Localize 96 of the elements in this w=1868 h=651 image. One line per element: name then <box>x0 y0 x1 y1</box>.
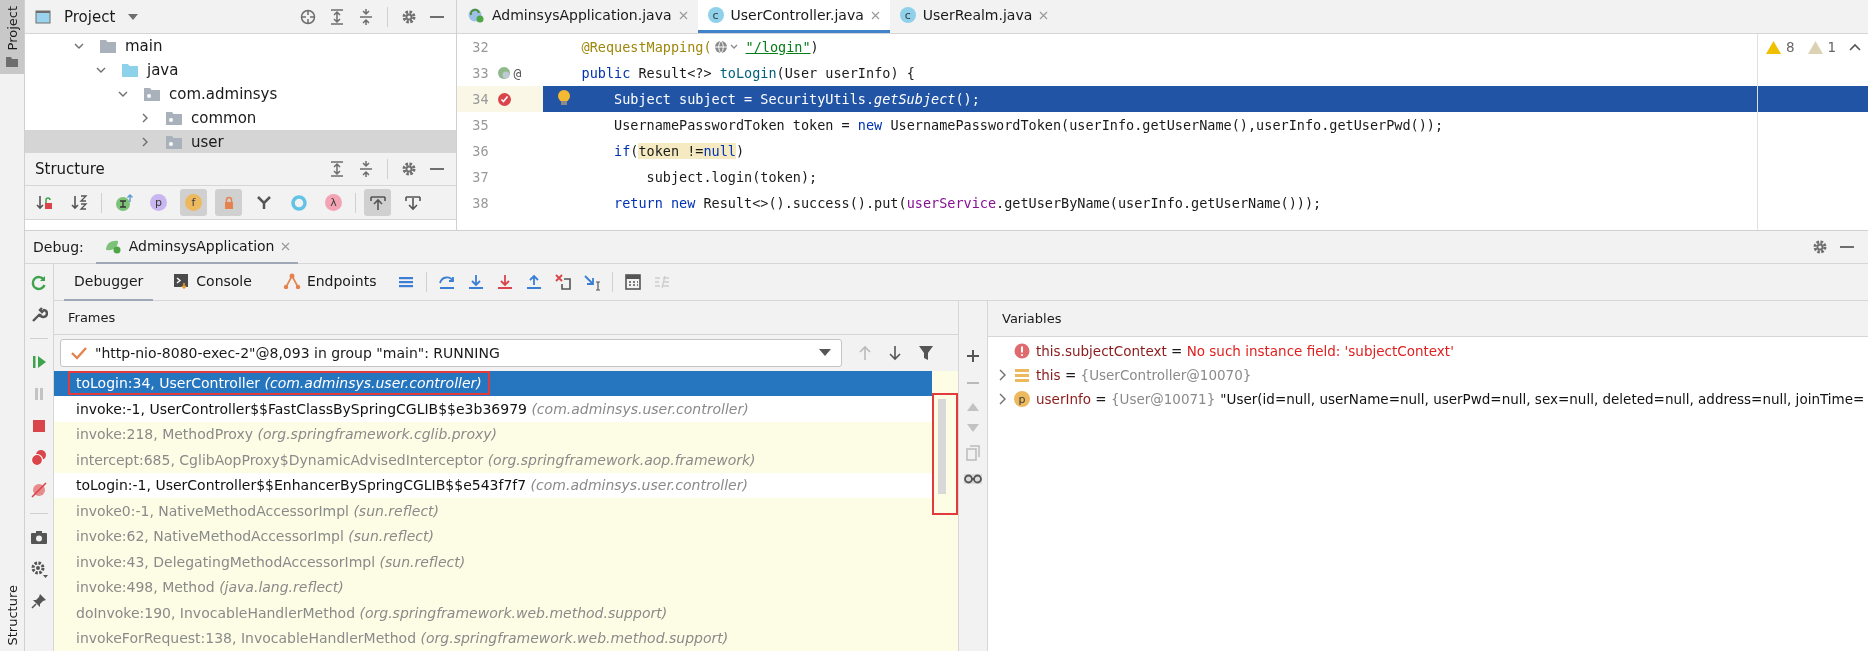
stop-icon[interactable] <box>30 417 48 435</box>
code-line: subject.login(token); <box>645 168 819 187</box>
parameter-icon: p <box>1014 391 1030 407</box>
tree-item[interactable]: user <box>25 130 456 152</box>
warning-count[interactable]: 8 <box>1786 39 1795 55</box>
tree-item[interactable]: common <box>25 106 456 130</box>
scrollbar[interactable] <box>938 398 946 494</box>
variable-row[interactable]: this = {UserController@10070} <box>988 363 1868 387</box>
code-line: UsernamePasswordToken token = new UsernamePasswordToken(userInfo.getUserName(),userInfo.getUserPwd()); <box>613 116 1445 135</box>
settings-icon[interactable] <box>401 8 417 25</box>
evaluate-icon[interactable] <box>624 273 643 291</box>
filter-icon[interactable] <box>918 344 934 361</box>
settings-icon[interactable] <box>401 161 417 177</box>
line-number: 32 <box>471 39 489 55</box>
filter-toggle[interactable]: f <box>180 189 207 216</box>
tree-item[interactable]: main <box>25 34 456 58</box>
run-to-cursor-icon[interactable] <box>583 273 602 291</box>
expand-all-icon[interactable] <box>329 161 345 177</box>
warning-count[interactable]: 1 <box>1827 39 1837 55</box>
caret-up-icon[interactable] <box>1849 43 1862 51</box>
locate-icon[interactable] <box>300 8 316 25</box>
variable-value: this.subjectContext = No such instance field: 'subjectContext' <box>1036 343 1454 359</box>
camera-icon[interactable] <box>30 528 48 546</box>
resume-icon[interactable] <box>30 353 48 371</box>
chevron-right-icon[interactable] <box>998 393 1008 405</box>
tree-item[interactable]: com.adminsys <box>25 82 456 106</box>
collapse-all-icon[interactable] <box>358 8 374 25</box>
session-tab[interactable]: AdminsysApplication <box>95 230 299 264</box>
settings-icon[interactable] <box>1812 239 1828 255</box>
field-icon <box>1014 367 1030 383</box>
step-into-icon[interactable] <box>467 273 486 291</box>
tool-window-tab[interactable]: Project <box>0 0 24 75</box>
chevron-right-icon[interactable] <box>998 369 1008 381</box>
breakpoints-icon[interactable] <box>30 449 48 467</box>
line-number: 33 <box>471 65 489 81</box>
debugger-tab[interactable]: Console <box>164 263 262 301</box>
variable-row[interactable]: this.subjectContext = No such instance field: 'subjectContext' <box>988 339 1868 363</box>
add-icon[interactable] <box>966 349 980 363</box>
file-tab[interactable]: c UserRealm.java <box>889 0 1059 33</box>
variable-row[interactable]: p userInfo = {User@10071} "User(id=null, userName=null, userPwd=null, sex=null, deleted=null, address=null, joinTime= <box>988 387 1868 411</box>
code-line: return new Result<>().success().put(userService.getUserByName(userInfo.getUserName())); <box>613 194 1323 213</box>
hide-icon[interactable] <box>430 167 444 171</box>
dropdown-caret-icon[interactable] <box>128 13 139 20</box>
variable-value: userInfo = {User@10071} "User(id=null, userName=null, userPwd=null, sex=null, deleted=null, address=null, joinTime= <box>1036 391 1865 407</box>
glasses-icon[interactable] <box>964 474 982 484</box>
mute-icon[interactable] <box>30 481 48 499</box>
line-number: 34 <box>471 91 489 107</box>
breakpoint-icon[interactable] <box>496 91 512 107</box>
panel-title: Structure <box>35 160 105 178</box>
tool-window-tab[interactable]: Structure <box>0 578 24 651</box>
window-icon <box>35 9 51 24</box>
step-out-icon[interactable] <box>525 273 544 291</box>
app-icon <box>103 238 122 254</box>
gear-icon[interactable] <box>30 560 48 578</box>
rerun-icon[interactable] <box>30 274 48 292</box>
checkmark-icon <box>71 345 87 360</box>
class-icon: c <box>707 7 724 23</box>
pin-icon[interactable] <box>30 592 48 610</box>
code-line: if(token !=null) <box>613 142 746 161</box>
code-line: public Result<?> toLogin(User userInfo) { <box>580 64 916 83</box>
line-number: 35 <box>471 117 489 133</box>
file-tab[interactable]: AdminsysApplication.java <box>457 0 698 33</box>
thread-dropdown[interactable]: "http-nio-8080-exec-2"@8,093 in group "main": RUNNING <box>60 338 842 367</box>
filter-toggle[interactable]: p <box>145 189 172 216</box>
scroll-from-icon[interactable] <box>364 189 391 216</box>
collapse-all-icon[interactable] <box>358 161 374 177</box>
close-icon[interactable] <box>678 10 688 20</box>
close-icon[interactable] <box>281 241 291 251</box>
class-icon: c <box>899 7 916 23</box>
filter-toggle[interactable]: λ <box>320 189 347 216</box>
drop-frame-icon[interactable] <box>554 273 573 291</box>
variable-value: this = {UserController@10070} <box>1036 367 1252 383</box>
wrench-icon[interactable] <box>30 306 48 324</box>
close-icon[interactable] <box>870 10 880 20</box>
error-icon <box>1014 343 1030 359</box>
line-number: 36 <box>471 143 489 159</box>
line-number: 37 <box>471 169 489 185</box>
code-line: @RequestMapping( "/login") <box>580 38 820 57</box>
tree-item[interactable]: java <box>25 58 456 82</box>
stack-frame[interactable]: toLogin:34, UserController (com.adminsys.user.controller) <box>54 370 932 396</box>
panel-title[interactable]: Project <box>64 7 116 26</box>
arrow-down-icon[interactable] <box>888 344 902 361</box>
line-number: 38 <box>471 195 489 211</box>
annotation-marker[interactable]: @ <box>513 65 522 81</box>
close-icon[interactable] <box>1039 10 1049 20</box>
panel-title: Debug: <box>33 239 84 255</box>
folder-icon <box>5 56 19 69</box>
bean-icon[interactable] <box>496 66 511 80</box>
dropdown-caret-icon <box>819 349 831 357</box>
force-step-into-icon[interactable] <box>496 273 515 291</box>
pane-title: Frames <box>68 309 116 325</box>
pane-title: Variables <box>1002 311 1062 326</box>
hide-icon[interactable] <box>1840 245 1854 249</box>
expand-all-icon[interactable] <box>329 8 345 25</box>
debugger-tab[interactable]: Endpoints <box>272 263 387 301</box>
file-tab[interactable]: c UserController.java <box>697 0 890 33</box>
